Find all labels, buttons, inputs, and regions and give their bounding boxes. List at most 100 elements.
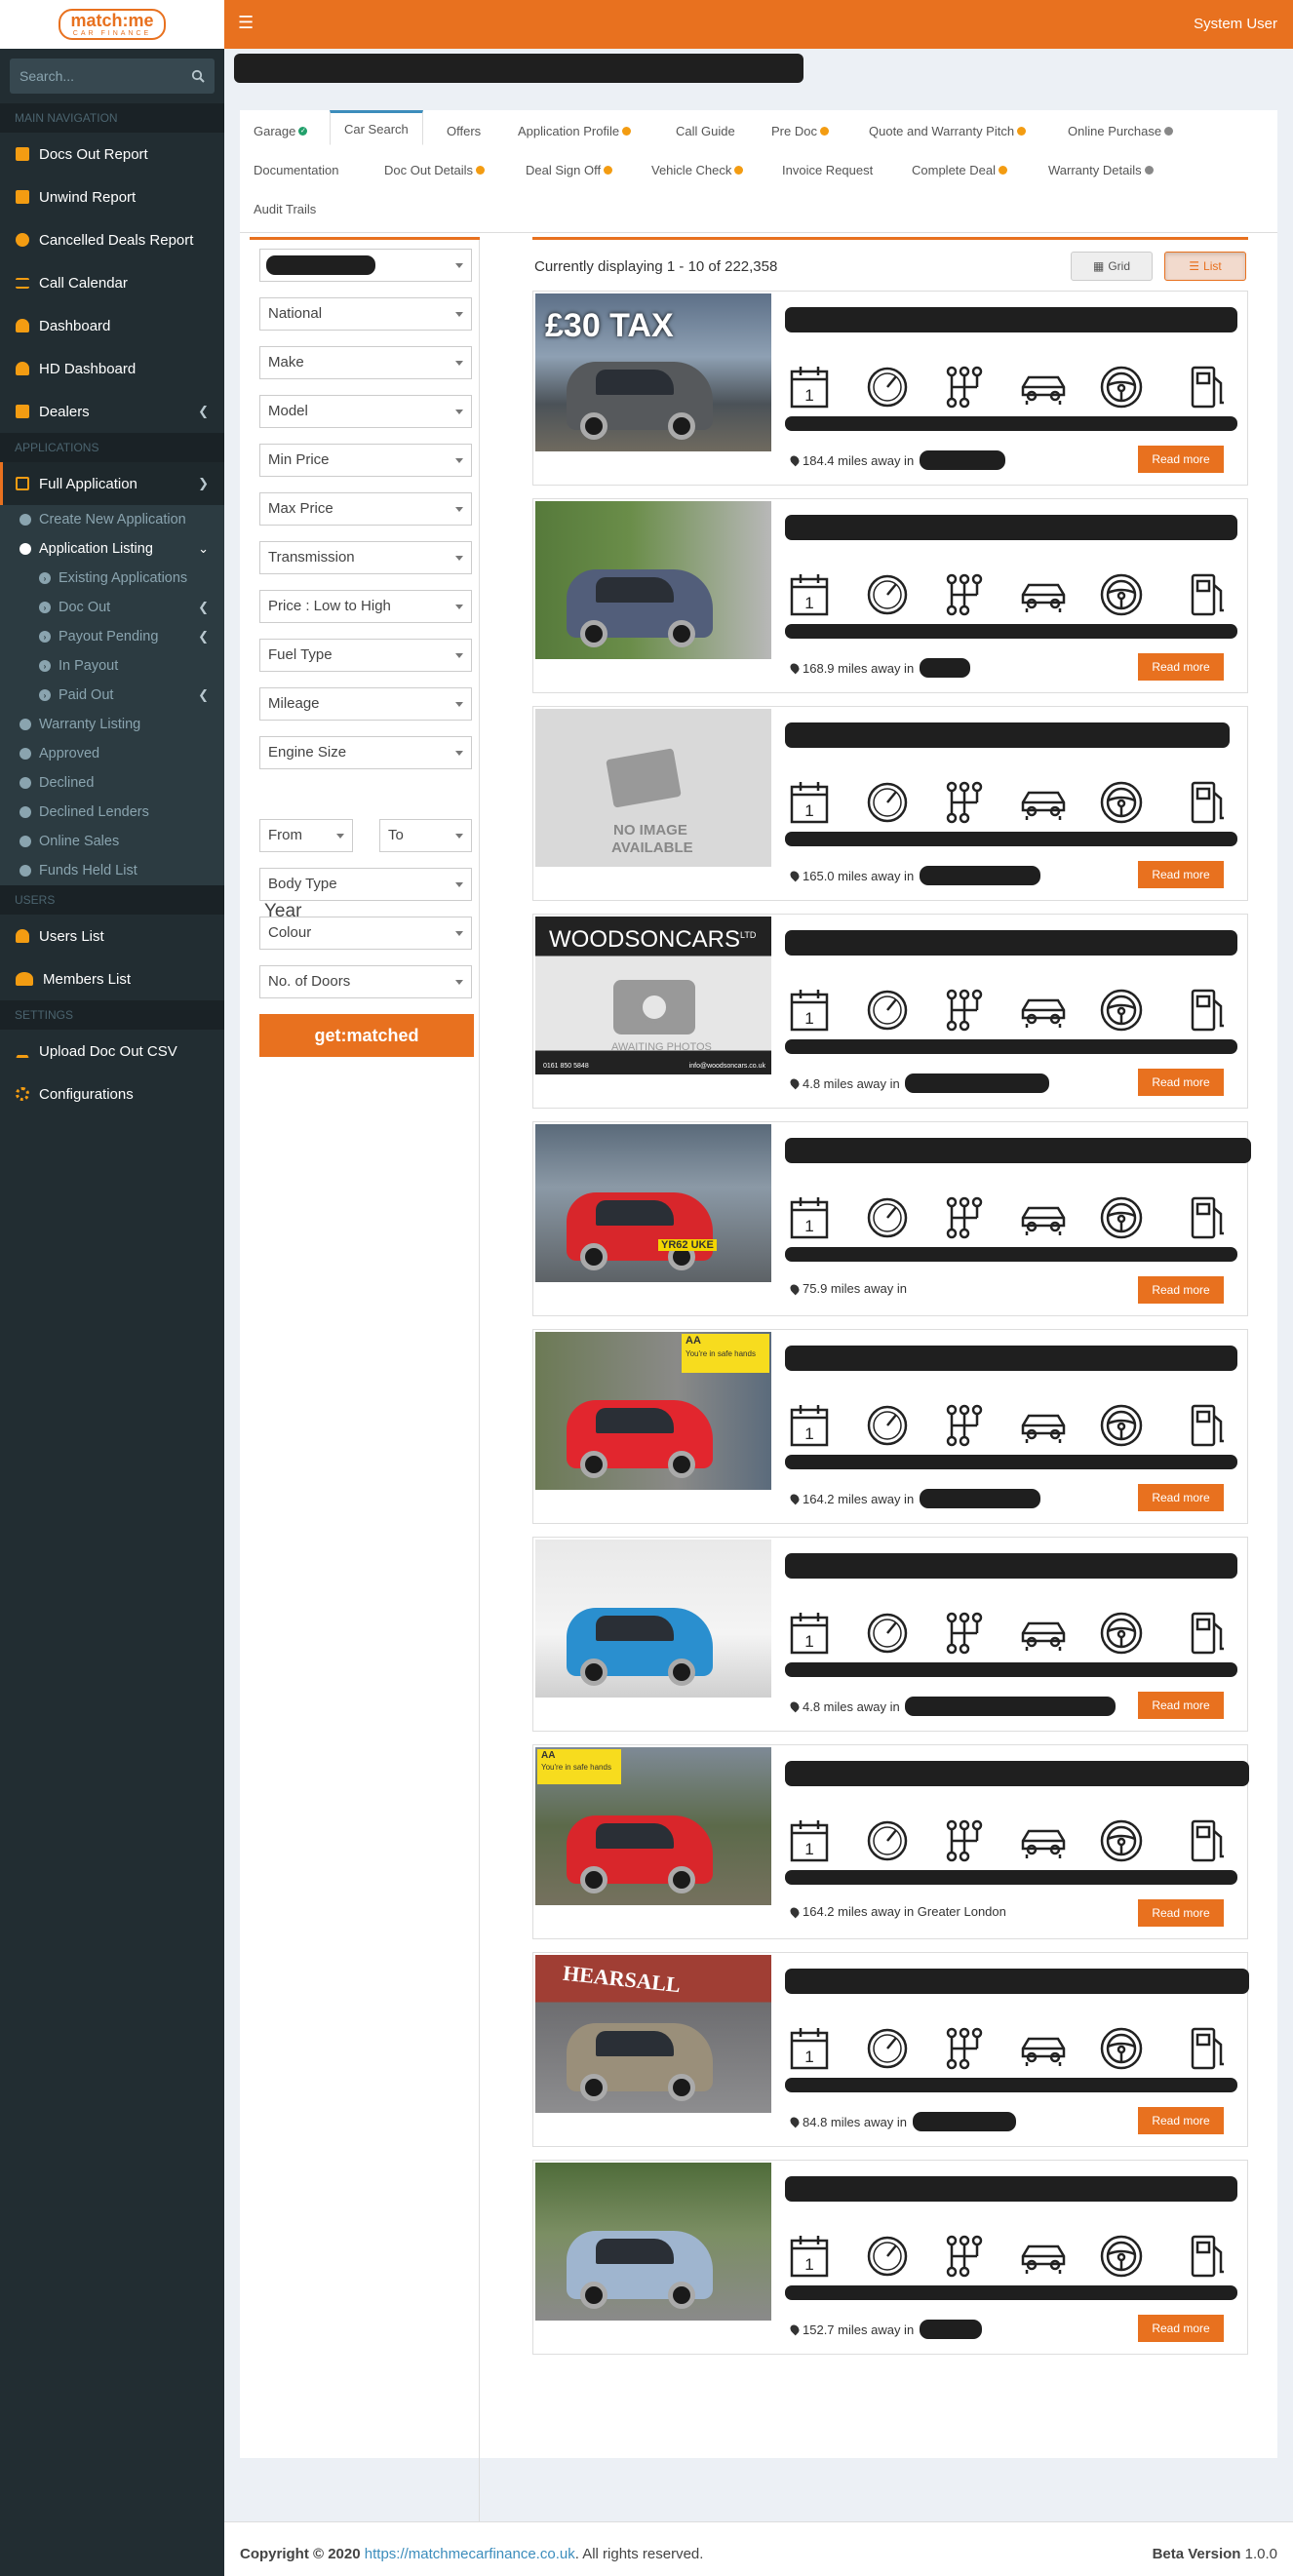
car-photo[interactable]: NO IMAGE AVAILABLE	[535, 709, 771, 867]
read-more-button[interactable]: Read more	[1138, 653, 1224, 681]
body-type-select[interactable]: Body Type	[259, 868, 472, 901]
sidebar-item-cancelled-deals-report[interactable]: Cancelled Deals Report	[0, 218, 224, 261]
car-photo[interactable]: £30 TAX	[535, 293, 771, 451]
year-to-select[interactable]: To	[379, 819, 472, 852]
sidebar-item-funds-held-list[interactable]: Funds Held List	[0, 856, 224, 885]
tab-car-search[interactable]: Car Search	[330, 110, 423, 145]
sidebar-item-docs-out-report[interactable]: Docs Out Report	[0, 133, 224, 176]
tab-online-purchase[interactable]: Online Purchase	[1068, 116, 1174, 145]
sidebar-item-configurations[interactable]: Configurations	[0, 1073, 224, 1115]
year-from-select[interactable]: From	[259, 819, 353, 852]
read-more-button[interactable]: Read more	[1138, 1899, 1224, 1927]
car-photo[interactable]	[535, 501, 771, 659]
car-card[interactable]: 1 168.9 miles away in Read more	[532, 498, 1248, 693]
car-card[interactable]: £30 TAX 1 184.4 miles away in Read more	[532, 291, 1248, 486]
car-card[interactable]: NO IMAGE AVAILABLE 1 165.0 miles away in Re…	[532, 706, 1248, 901]
sidebar-item-in-payout[interactable]: › In Payout	[0, 651, 224, 681]
postcode-field-redacted[interactable]	[259, 249, 472, 282]
sidebar-item-doc-out[interactable]: › Doc Out ❮	[0, 593, 224, 622]
read-more-button[interactable]: Read more	[1138, 1069, 1224, 1096]
car-card[interactable]: 1 152.7 miles away in Read more	[532, 2160, 1248, 2355]
model-select[interactable]: Model	[259, 395, 472, 428]
read-more-button[interactable]: Read more	[1138, 446, 1224, 473]
sidebar-item-declined-lenders[interactable]: Declined Lenders	[0, 798, 224, 827]
car-card[interactable]: WOODSONCARSLTD AWAITING PHOTOS 0161 850 58…	[532, 914, 1248, 1109]
site-link[interactable]: https://matchmecarfinance.co.uk	[365, 2546, 575, 2562]
sidebar-item-hd-dashboard[interactable]: HD Dashboard	[0, 347, 224, 390]
tab-label: Quote and Warranty Pitch	[869, 123, 1015, 138]
tab-audit-trails[interactable]: Audit Trails	[254, 194, 316, 223]
car-card[interactable]: YR62 UKE 1 75.9 miles away in Read more	[532, 1121, 1251, 1316]
tab-documentation[interactable]: Documentation	[254, 155, 338, 184]
engine-size-select[interactable]: Engine Size	[259, 736, 472, 769]
sidebar-item-call-calendar[interactable]: Call Calendar	[0, 261, 224, 304]
car-card[interactable]: HEARSALL 1 84.8 miles away in Read more	[532, 1952, 1249, 2147]
car-photo[interactable]: WOODSONCARSLTD AWAITING PHOTOS 0161 850 58…	[535, 917, 771, 1074]
tab-complete-deal[interactable]: Complete Deal	[912, 155, 1007, 184]
get-matched-button[interactable]: get:matched	[259, 1014, 474, 1057]
transmission-select[interactable]: Transmission	[259, 541, 472, 574]
max-price-select[interactable]: Max Price	[259, 492, 472, 526]
sidebar-item-declined[interactable]: Declined	[0, 768, 224, 798]
grid-view-button[interactable]: ▦ Grid	[1071, 252, 1153, 281]
list-view-button[interactable]: ☰ List	[1164, 252, 1246, 281]
car-location: 84.8 miles away in	[788, 2112, 1016, 2131]
tab-deal-sign-off[interactable]: Deal Sign Off	[526, 155, 613, 184]
tab-offers[interactable]: Offers	[447, 116, 481, 145]
tab-warranty-details[interactable]: Warranty Details	[1048, 155, 1154, 184]
location-redacted	[912, 2112, 1016, 2131]
car-card[interactable]: 1 4.8 miles away in Read more	[532, 1537, 1248, 1732]
search-input[interactable]	[20, 68, 166, 84]
logo[interactable]: match:me CAR FINANCE	[0, 0, 224, 49]
tab-garage[interactable]: Garage ✓	[254, 116, 308, 145]
min-price-select[interactable]: Min Price	[259, 444, 472, 477]
user-menu[interactable]: System User	[1194, 16, 1277, 32]
read-more-button[interactable]: Read more	[1138, 1276, 1224, 1304]
colour-select[interactable]: Colour	[259, 917, 472, 950]
sidebar-item-members-list[interactable]: Members List	[0, 957, 224, 1000]
read-more-button[interactable]: Read more	[1138, 1484, 1224, 1511]
hamburger-icon[interactable]: ☰	[238, 13, 254, 33]
sidebar-item-full-application[interactable]: Full Application ❯	[0, 462, 224, 505]
sidebar-item-users-list[interactable]: Users List	[0, 915, 224, 957]
tab-doc-out-details[interactable]: Doc Out Details	[384, 155, 486, 184]
read-more-button[interactable]: Read more	[1138, 2315, 1224, 2342]
car-photo[interactable]: AA You're in safe hands	[535, 1332, 771, 1490]
sidebar-item-dealers[interactable]: Dealers ❮	[0, 390, 224, 433]
search-icon[interactable]	[191, 69, 205, 83]
tab-invoice-request[interactable]: Invoice Request	[782, 155, 873, 184]
tab-application-profile[interactable]: Application Profile	[518, 116, 632, 145]
car-photo[interactable]	[535, 1540, 771, 1698]
make-select[interactable]: Make	[259, 346, 472, 379]
doors-select[interactable]: No. of Doors	[259, 965, 472, 998]
tab-pre-doc[interactable]: Pre Doc	[771, 116, 829, 145]
mileage-select[interactable]: Mileage	[259, 687, 472, 721]
car-photo[interactable]: AA You're in safe hands	[535, 1747, 771, 1905]
sidebar-item-paid-out[interactable]: › Paid Out ❮	[0, 681, 224, 710]
location-select[interactable]: National	[259, 297, 472, 331]
car-card[interactable]: AA You're in safe hands 1 164.2 miles away …	[532, 1329, 1248, 1524]
read-more-button[interactable]: Read more	[1138, 1692, 1224, 1719]
sidebar-item-existing-applications[interactable]: › Existing Applications	[0, 564, 224, 593]
sidebar-item-approved[interactable]: Approved	[0, 739, 224, 768]
read-more-button[interactable]: Read more	[1138, 2107, 1224, 2134]
sidebar-item-create-new-application[interactable]: Create New Application	[0, 505, 224, 534]
read-more-button[interactable]: Read more	[1138, 861, 1224, 888]
car-photo[interactable]: YR62 UKE	[535, 1124, 771, 1282]
sidebar-item-application-listing[interactable]: Application Listing ⌄	[0, 534, 224, 564]
tab-vehicle-check[interactable]: Vehicle Check	[651, 155, 744, 184]
sidebar-item-unwind-report[interactable]: Unwind Report	[0, 176, 224, 218]
fuel-type-select[interactable]: Fuel Type	[259, 639, 472, 672]
sort-select[interactable]: Price : Low to High	[259, 590, 472, 623]
car-photo[interactable]	[535, 2163, 771, 2321]
sidebar-item-warranty-listing[interactable]: Warranty Listing	[0, 710, 224, 739]
sidebar-item-upload-doc-out-csv[interactable]: Upload Doc Out CSV	[0, 1030, 224, 1073]
car-photo[interactable]: HEARSALL	[535, 1955, 771, 2113]
tab-quote-and-warranty-pitch[interactable]: Quote and Warranty Pitch	[869, 116, 1027, 145]
sidebar-item-payout-pending[interactable]: › Payout Pending ❮	[0, 622, 224, 651]
tab-call-guide[interactable]: Call Guide	[676, 116, 735, 145]
car-card[interactable]: AA You're in safe hands 1 164.2 miles away …	[532, 1744, 1249, 1939]
calendar-icon: 1	[790, 1613, 829, 1655]
sidebar-item-dashboard[interactable]: Dashboard	[0, 304, 224, 347]
sidebar-item-online-sales[interactable]: Online Sales	[0, 827, 224, 856]
